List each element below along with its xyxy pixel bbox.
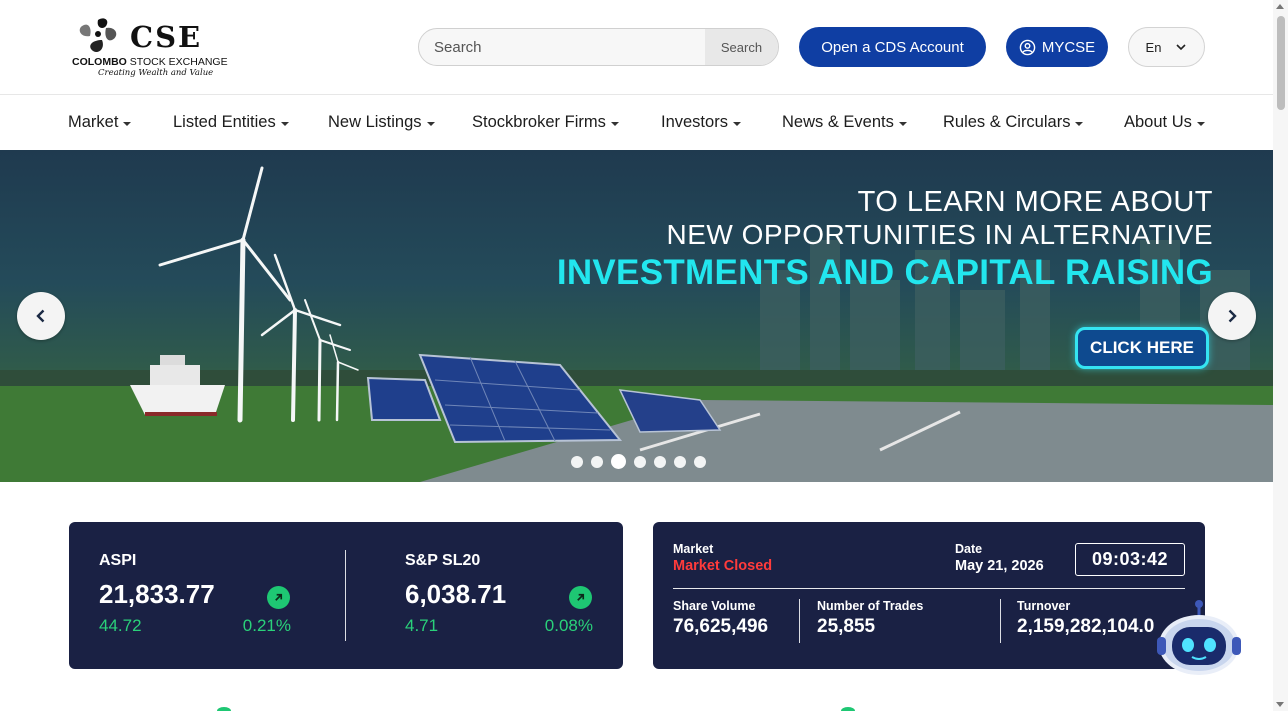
- stat-divider: [799, 599, 800, 643]
- nav-market[interactable]: Market: [68, 113, 132, 132]
- language-value: En: [1145, 39, 1162, 55]
- carousel-dot[interactable]: [654, 455, 666, 468]
- scroll-thumb[interactable]: [1277, 16, 1285, 110]
- market-clock: 09:03:42: [1075, 543, 1185, 576]
- carousel-dot[interactable]: [571, 455, 583, 468]
- scroll-up-arrow-icon[interactable]: [1276, 4, 1284, 9]
- nav-news-events[interactable]: News & Events: [782, 113, 907, 132]
- page-scrollbar[interactable]: [1273, 0, 1288, 711]
- market-divider: [673, 588, 1185, 589]
- language-select[interactable]: En: [1128, 27, 1205, 67]
- market-status-label: Market: [673, 542, 714, 556]
- number-of-trades-stat: Number of Trades 25,855: [817, 599, 923, 638]
- nav-label: New Listings: [328, 113, 422, 131]
- nav-new-listings[interactable]: New Listings: [328, 113, 435, 132]
- carousel-indicators: [571, 454, 706, 469]
- logo-tagline: Creating Wealth and Value: [98, 68, 214, 78]
- header: CSE COLOMBO STOCK EXCHANGE Creating Weal…: [0, 0, 1273, 95]
- caret-down-icon: [610, 121, 619, 126]
- nav-label: Stockbroker Firms: [472, 113, 606, 131]
- market-date-label: Date: [955, 542, 983, 556]
- index-summary-card: ASPI 21,833.77 44.72 0.21% S&P SL20 6,03…: [69, 522, 623, 669]
- section-icon: [217, 707, 231, 711]
- turnover-label: Turnover: [1017, 599, 1071, 613]
- carousel-dot[interactable]: [694, 455, 706, 468]
- nav-stockbroker-firms[interactable]: Stockbroker Firms: [472, 113, 619, 132]
- nav-listed-entities[interactable]: Listed Entities: [173, 113, 289, 132]
- cse-logo[interactable]: CSE COLOMBO STOCK EXCHANGE Creating Weal…: [72, 14, 228, 80]
- market-date: Date May 21, 2026: [955, 542, 1044, 574]
- page: CSE COLOMBO STOCK EXCHANGE Creating Weal…: [0, 0, 1288, 711]
- banner-heading-line1: TO LEARN MORE ABOUT: [857, 186, 1213, 218]
- nav-label: Investors: [661, 113, 728, 131]
- index-percent: 0.21%: [242, 616, 291, 635]
- market-status-card: Market Market Closed Date May 21, 2026 0…: [653, 522, 1205, 669]
- index-change: 4.71: [405, 616, 439, 635]
- user-circle-icon: [1019, 39, 1036, 55]
- search-input[interactable]: [419, 29, 704, 65]
- caret-down-icon: [1075, 121, 1084, 126]
- nav-rules-circulars[interactable]: Rules & Circulars: [943, 113, 1084, 132]
- hero-carousel: TO LEARN MORE ABOUT NEW OPPORTUNITIES IN…: [0, 150, 1273, 482]
- nav-investors[interactable]: Investors: [661, 113, 741, 132]
- trades-value: 25,855: [817, 616, 876, 637]
- chevron-left-icon: [36, 309, 45, 323]
- caret-down-icon: [732, 121, 741, 126]
- chatbot-robot-icon[interactable]: [1154, 597, 1244, 679]
- market-status-value: Market Closed: [673, 558, 773, 574]
- caret-down-icon: [280, 121, 289, 126]
- nav-label: Rules & Circulars: [943, 113, 1071, 131]
- logo-swirl-icon: [79, 18, 117, 53]
- stat-divider: [1000, 599, 1001, 643]
- open-cds-account-button[interactable]: Open a CDS Account: [799, 27, 986, 67]
- carousel-dot[interactable]: [674, 455, 686, 468]
- caret-down-icon: [123, 121, 132, 126]
- banner-click-here-button[interactable]: CLICK HERE: [1075, 327, 1209, 369]
- main-nav: Market Listed Entities New Listings Stoc…: [0, 95, 1273, 150]
- caret-down-icon: [1196, 121, 1205, 126]
- banner-heading-line2: NEW OPPORTUNITIES IN ALTERNATIVE: [666, 219, 1213, 250]
- search-button[interactable]: Search: [705, 29, 778, 65]
- market-status: Market Market Closed: [673, 542, 772, 574]
- turnover-value: 2,159,282,104.0: [1017, 616, 1155, 637]
- scroll-down-arrow-icon[interactable]: [1276, 702, 1284, 707]
- index-divider: [345, 550, 346, 641]
- share-volume-label: Share Volume: [673, 599, 756, 613]
- caret-down-icon: [898, 121, 907, 126]
- banner-heading-line3: INVESTMENTS AND CAPITAL RAISING: [556, 253, 1213, 292]
- chevron-down-icon: [1176, 44, 1187, 51]
- trades-label: Number of Trades: [817, 599, 924, 613]
- market-date-value: May 21, 2026: [955, 558, 1044, 574]
- index-change: 44.72: [99, 616, 142, 635]
- chevron-right-icon: [1228, 309, 1237, 323]
- index-percent: 0.08%: [544, 616, 593, 635]
- mycse-label: MYCSE: [1041, 38, 1096, 56]
- nav-label: Market: [68, 113, 119, 131]
- nav-about-us[interactable]: About Us: [1124, 113, 1205, 132]
- carousel-dot[interactable]: [634, 455, 646, 468]
- index-name: ASPI: [99, 552, 137, 569]
- logo-wordmark: CSE: [130, 20, 203, 54]
- arrow-up-right-icon: [569, 586, 592, 609]
- carousel-dot[interactable]: [591, 455, 603, 468]
- search-bar: Search: [418, 28, 779, 66]
- share-volume-value: 76,625,496: [673, 616, 769, 637]
- index-name: S&P SL20: [405, 552, 481, 569]
- carousel-dot-active[interactable]: [611, 454, 626, 469]
- section-icon: [841, 707, 855, 711]
- turnover-stat: Turnover 2,159,282,104.0: [1017, 599, 1154, 638]
- logo-exchange-name: COLOMBO STOCK EXCHANGE: [72, 56, 228, 68]
- carousel-prev-button[interactable]: [17, 292, 65, 340]
- carousel-next-button[interactable]: [1208, 292, 1256, 340]
- nav-label: About Us: [1124, 113, 1192, 131]
- caret-down-icon: [426, 121, 435, 126]
- share-volume-stat: Share Volume 76,625,496: [673, 599, 768, 638]
- nav-label: News & Events: [782, 113, 894, 131]
- mycse-button[interactable]: MYCSE: [1006, 27, 1108, 67]
- arrow-up-right-icon: [267, 586, 290, 609]
- nav-label: Listed Entities: [173, 113, 276, 131]
